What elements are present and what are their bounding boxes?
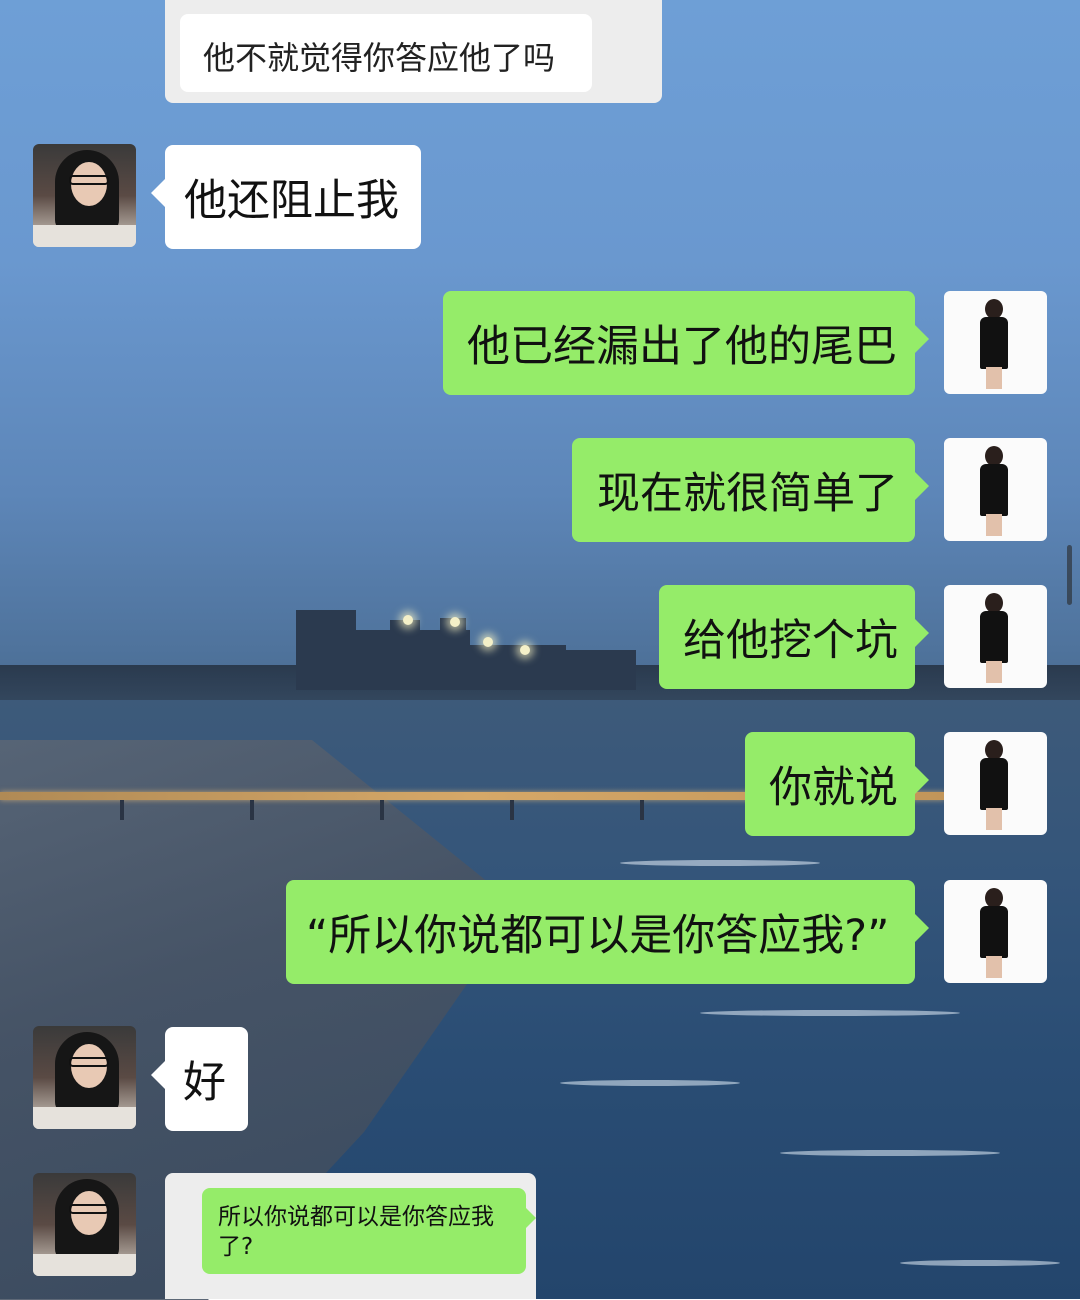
message-text: 你就说: [769, 763, 898, 813]
background-light: [403, 615, 413, 625]
message-text: 他还阻止我: [184, 176, 399, 226]
background-building: [390, 620, 420, 690]
outgoing-message-bubble[interactable]: “所以你说都可以是你答应我?”: [286, 880, 929, 984]
self-avatar[interactable]: [944, 291, 1047, 394]
background-wave: [700, 1010, 960, 1016]
outgoing-message-bubble[interactable]: 现在就很简单了: [572, 438, 929, 542]
background-pier-pile: [250, 800, 254, 820]
background-light: [450, 617, 460, 627]
quoted-message-text: 他不就觉得你答应他了吗: [203, 39, 556, 77]
scrollbar-thumb[interactable]: [1067, 545, 1072, 605]
quoted-reply-bubble: 所以你说都可以是你答应我了?: [202, 1188, 536, 1274]
message-text: 他已经漏出了他的尾巴: [467, 322, 897, 372]
self-avatar[interactable]: [944, 880, 1047, 983]
background-pier-pile: [510, 800, 514, 820]
background-pier-pile: [640, 800, 644, 820]
background-light: [520, 645, 530, 655]
outgoing-message-bubble[interactable]: 你就说: [745, 732, 929, 836]
contact-avatar[interactable]: [33, 144, 136, 247]
quoted-reply-text: 所以你说都可以是你答应我了?: [218, 1204, 494, 1260]
background-light: [483, 637, 493, 647]
background-wave: [620, 860, 820, 866]
message-text: 给他挖个坑: [683, 616, 898, 666]
self-avatar[interactable]: [944, 732, 1047, 835]
incoming-message-bubble[interactable]: 好: [151, 1027, 248, 1131]
background-pier-pile: [120, 800, 124, 820]
incoming-message-bubble[interactable]: 他还阻止我: [151, 145, 421, 249]
message-text: 现在就很简单了: [597, 469, 898, 519]
message-text: “所以你说都可以是你答应我?”: [306, 911, 890, 961]
outgoing-message-bubble[interactable]: 给他挖个坑: [659, 585, 929, 689]
self-avatar[interactable]: [944, 438, 1047, 541]
background-pier-pile: [380, 800, 384, 820]
contact-avatar[interactable]: [33, 1026, 136, 1129]
background-building: [466, 645, 566, 690]
contact-avatar[interactable]: [33, 1173, 136, 1276]
outgoing-message-bubble[interactable]: 他已经漏出了他的尾巴: [443, 291, 929, 395]
background-building: [566, 650, 636, 690]
background-building: [296, 610, 356, 690]
message-text: 好: [183, 1058, 226, 1108]
background-wave: [560, 1080, 740, 1086]
background-wave: [780, 1150, 1000, 1156]
background-wave: [900, 1260, 1060, 1266]
background-building: [440, 618, 466, 690]
self-avatar[interactable]: [944, 585, 1047, 688]
